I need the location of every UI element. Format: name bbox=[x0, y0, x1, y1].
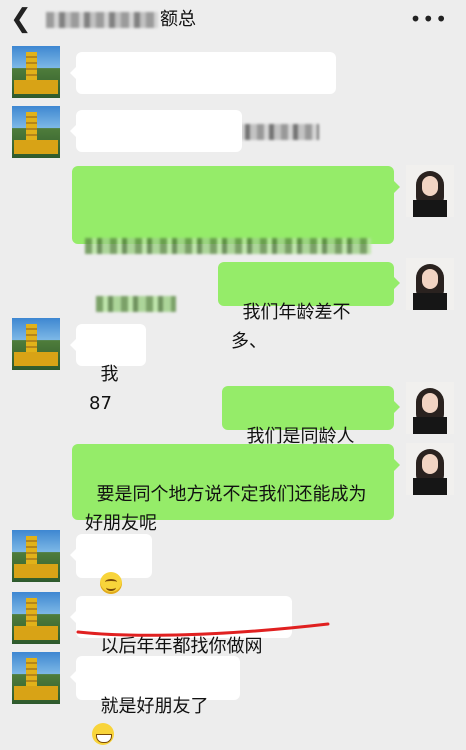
truck-image bbox=[14, 626, 58, 640]
message-bubble-outgoing: 我们年龄差不多、 bbox=[218, 262, 400, 352]
message-bubble-incoming bbox=[70, 52, 336, 140]
message-text: 要是同个地方说不定我们还能成为 好朋友呢 bbox=[85, 484, 367, 534]
redacted-text bbox=[85, 238, 371, 254]
smile-emoji-icon bbox=[100, 572, 123, 594]
contact-avatar[interactable] bbox=[12, 318, 60, 370]
avatar-face bbox=[422, 269, 438, 289]
truck-image bbox=[14, 140, 58, 154]
message-bubble-outgoing: 要是同个地方说不定我们还能成为 好朋友呢 bbox=[72, 444, 400, 534]
contact-avatar[interactable] bbox=[12, 46, 60, 98]
more-options-icon[interactable]: ••• bbox=[410, 7, 448, 31]
message-bubble-incoming: 就是好朋友了 bbox=[70, 656, 240, 745]
avatar-dress bbox=[413, 293, 447, 310]
message-bubble-outgoing bbox=[72, 166, 400, 312]
back-chevron-icon[interactable]: ❮ bbox=[10, 4, 32, 34]
avatar-dress bbox=[413, 478, 447, 495]
avatar-face bbox=[422, 393, 438, 413]
user-avatar[interactable] bbox=[406, 258, 454, 310]
message-text: 我们年龄差不多、 bbox=[231, 302, 351, 352]
user-avatar[interactable] bbox=[406, 165, 454, 217]
chat-title: 额总 bbox=[46, 7, 196, 33]
message-bubble-incoming bbox=[70, 534, 152, 623]
avatar-face bbox=[422, 176, 438, 196]
user-avatar[interactable] bbox=[406, 382, 454, 434]
user-avatar[interactable] bbox=[406, 443, 454, 495]
truck-image bbox=[14, 352, 58, 366]
message-bubble-incoming bbox=[70, 110, 242, 198]
message-bubble-incoming: 我 87 bbox=[70, 324, 146, 414]
grin-emoji-icon bbox=[92, 723, 114, 745]
truck-image bbox=[14, 80, 58, 94]
chat-header: ❮ 额总 ••• bbox=[0, 0, 466, 40]
avatar-dress bbox=[413, 417, 447, 434]
contact-avatar[interactable] bbox=[12, 592, 60, 644]
redacted-text bbox=[96, 296, 177, 312]
contact-avatar[interactable] bbox=[12, 106, 60, 158]
contact-avatar[interactable] bbox=[12, 652, 60, 704]
contact-avatar[interactable] bbox=[12, 530, 60, 582]
truck-image bbox=[14, 686, 58, 700]
avatar-dress bbox=[413, 200, 447, 217]
red-underline-annotation bbox=[76, 622, 330, 637]
truck-image bbox=[14, 564, 58, 578]
message-bubble-outgoing: 我们是同龄人 bbox=[222, 386, 400, 473]
message-text: 就是好朋友了 bbox=[100, 696, 209, 717]
message-text: 我 87 bbox=[89, 364, 125, 414]
avatar-face bbox=[422, 454, 438, 474]
redacted-title bbox=[46, 12, 158, 28]
